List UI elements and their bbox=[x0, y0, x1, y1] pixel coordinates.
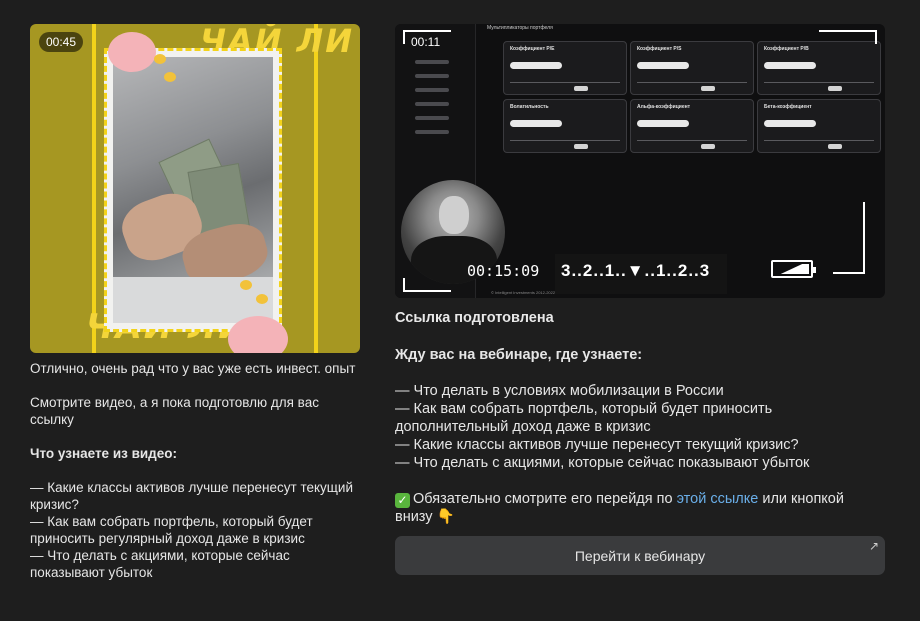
check-mark-icon: ✓ bbox=[395, 493, 410, 508]
photo-frame bbox=[104, 48, 282, 332]
video-thumbnail[interactable]: ЧАЙ ЛИ ЧАЙ ЛИ 00:45 bbox=[30, 24, 360, 353]
message-paragraph: Смотрите видео, а я пока подготовлю для … bbox=[30, 395, 319, 427]
decor-stripe bbox=[314, 24, 318, 353]
message-bullet: — Что делать в условиях мобилизации в Ро… bbox=[395, 383, 724, 399]
coin-icon bbox=[256, 294, 268, 304]
metric-card: Коэффициент P/B bbox=[757, 41, 881, 95]
battery-icon bbox=[771, 260, 816, 278]
metric-card: Альфа-коэффициент bbox=[630, 99, 754, 153]
video-player[interactable]: Мультипликаторы портфеля Коэффициент P/E… bbox=[395, 24, 885, 298]
message-bullet: — Что делать с акциями, которые сейчас п… bbox=[30, 548, 290, 580]
message-bullet: — Какие классы активов лучше перенесут т… bbox=[30, 480, 353, 512]
message-heading: Жду вас на вебинаре, где узнаете: bbox=[395, 347, 643, 363]
message-heading: Что узнаете из видео: bbox=[30, 446, 177, 461]
pointing-down-icon: 👇 bbox=[436, 509, 455, 525]
coin-icon bbox=[240, 280, 252, 290]
metric-card: Волатильность bbox=[503, 99, 627, 153]
message-paragraph: Отлично, очень рад что у вас уже есть ин… bbox=[30, 361, 356, 376]
go-to-webinar-button[interactable]: Перейти к вебинару ↗ bbox=[395, 536, 885, 575]
message-bullet: — Как вам собрать портфель, который буде… bbox=[395, 401, 773, 435]
metric-card: Коэффициент P/E bbox=[503, 41, 627, 95]
video-footer: © Intelligent Investments 2012-2022 bbox=[491, 290, 556, 295]
left-message: ЧАЙ ЛИ ЧАЙ ЛИ 00:45 Отлично, очень рад ч… bbox=[30, 24, 360, 581]
countdown-text: 3..2..1..▼..1..2..3 bbox=[561, 261, 711, 280]
app-header: Мультипликаторы портфеля bbox=[487, 25, 553, 31]
message-bullet: — Какие классы активов лучше перенесут т… bbox=[395, 437, 799, 453]
record-time: 00:15:09 bbox=[467, 262, 540, 280]
video-duration-badge: 00:45 bbox=[39, 32, 84, 52]
webinar-link[interactable]: этой ссылке bbox=[677, 491, 759, 507]
cta-text: ✓ Обязательно смотрите его перейдя по это… bbox=[395, 490, 885, 526]
metrics-cards: Коэффициент P/E Коэффициент P/S Коэффици… bbox=[503, 41, 881, 157]
go-to-webinar-label: Перейти к вебинару bbox=[574, 547, 706, 564]
external-link-icon: ↗ bbox=[868, 539, 879, 553]
message-bullet: — Как вам собрать портфель, который буде… bbox=[30, 514, 313, 546]
decor-stripe bbox=[92, 24, 96, 353]
cta-prefix: Обязательно смотрите его перейдя по bbox=[413, 491, 677, 507]
coin-icon bbox=[164, 72, 176, 82]
video-elapsed: 00:11 bbox=[411, 35, 441, 49]
metric-card: Бета-коэффициент bbox=[757, 99, 881, 153]
piggy-bank-icon bbox=[108, 32, 156, 72]
message-bullet: — Что делать с акциями, которые сейчас п… bbox=[395, 455, 810, 471]
message-title: Ссылка подготовлена bbox=[395, 310, 554, 326]
metric-card: Коэффициент P/S bbox=[630, 41, 754, 95]
coin-icon bbox=[154, 54, 166, 64]
right-message: Мультипликаторы портфеля Коэффициент P/E… bbox=[395, 24, 885, 526]
